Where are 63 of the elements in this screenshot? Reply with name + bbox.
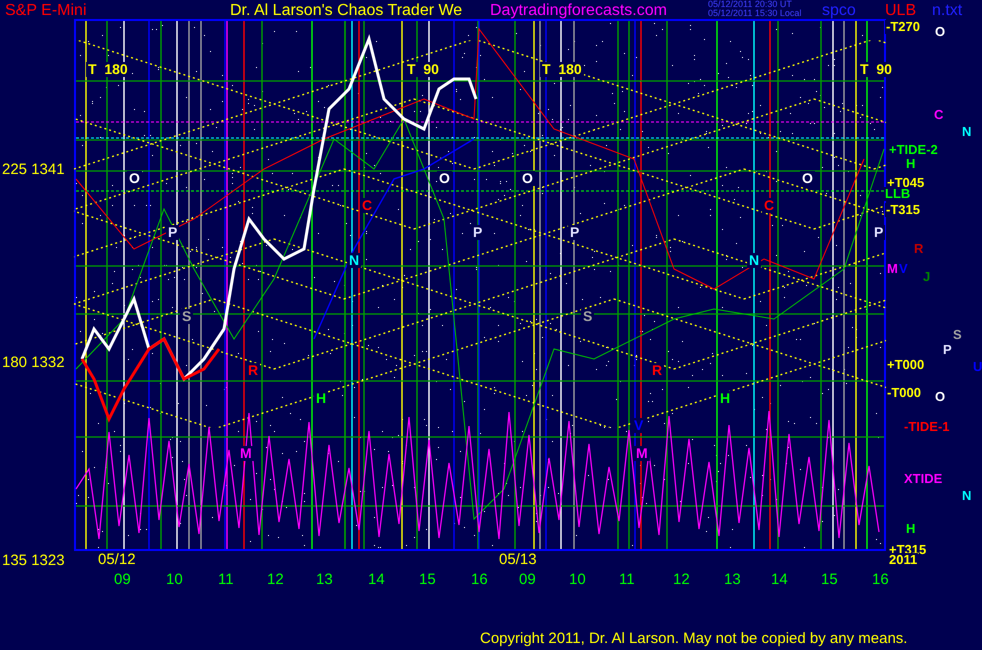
hour-label: 13 — [724, 572, 741, 588]
planet-marker: J — [922, 270, 932, 284]
hour-label: 16 — [872, 572, 889, 588]
chart-symbol: S&P E-Mini — [5, 2, 87, 20]
timestamp: 05/12/2011 15:30 Local — [708, 9, 802, 19]
chart-marker: M — [634, 446, 650, 462]
hour-label: 10 — [569, 572, 586, 588]
timestamp: 05/12/2011 20:30 UT — [708, 0, 792, 10]
chart-marker: T 90 — [858, 62, 894, 78]
file-name: n.txt — [932, 2, 962, 20]
chart-marker: T 180 — [540, 62, 584, 78]
chart-marker: P — [471, 225, 484, 240]
copyright-notice: Copyright 2011, Dr. Al Larson. May not be copied by any means. — [480, 631, 908, 648]
date-label: 05/12 — [98, 552, 136, 568]
line-label: 2011 — [888, 553, 918, 568]
hour-label: 10 — [166, 572, 183, 588]
planet-marker: U — [972, 360, 982, 374]
line-label: -T000 — [886, 386, 922, 400]
date-label: 05/13 — [499, 552, 537, 568]
hour-label: 15 — [821, 572, 838, 588]
hour-label: 12 — [267, 572, 284, 588]
chart-marker: P — [872, 225, 886, 240]
planet-marker: O — [934, 25, 946, 40]
chart-marker: S — [180, 309, 194, 324]
line-label: -T315 — [885, 203, 921, 218]
line-label: +T000 — [886, 358, 926, 372]
chart-marker: T 90 — [405, 62, 441, 78]
website-name: Daytradingforecasts.com — [490, 2, 667, 20]
chart-marker: T 180 — [86, 62, 130, 78]
chart-marker: N — [347, 253, 362, 268]
price-label: 225 1341 — [2, 162, 65, 178]
hour-label: 14 — [771, 572, 788, 588]
chart-marker: M — [238, 446, 254, 462]
price-label: 180 1332 — [2, 355, 65, 372]
hour-label: 13 — [316, 572, 333, 588]
planet-marker: S — [952, 328, 963, 342]
hour-label: 11 — [619, 572, 635, 588]
line-label: LLB — [884, 187, 912, 202]
line-label: ULB — [885, 2, 916, 20]
file-name: spco — [822, 2, 856, 20]
chart-title: Dr. Al Larson's Chaos Trader We — [230, 2, 462, 20]
chart-marker: O — [520, 171, 535, 186]
hour-label: 12 — [673, 572, 690, 588]
hour-label: 09 — [519, 572, 536, 588]
chart-marker: O — [127, 171, 142, 186]
planet-marker: O — [934, 390, 946, 404]
price-label: 135 1323 — [2, 553, 65, 570]
hour-label: 15 — [419, 572, 436, 588]
chart-marker: N — [747, 253, 762, 268]
chart-marker: S — [581, 309, 594, 324]
hour-label: 14 — [368, 572, 385, 588]
chart-marker: V — [632, 418, 646, 434]
chart-marker: O — [800, 171, 815, 186]
chart-marker: O — [437, 171, 452, 186]
hour-label: 11 — [218, 572, 234, 588]
planet-marker: C — [933, 108, 944, 122]
chart-marker: C — [360, 198, 374, 214]
chart-marker: C — [762, 198, 776, 214]
line-label: -T270 — [885, 20, 921, 34]
hour-label: 16 — [471, 572, 488, 588]
chart-marker: P — [166, 225, 180, 240]
chart-marker: P — [568, 225, 582, 240]
hour-label: 09 — [114, 572, 131, 588]
